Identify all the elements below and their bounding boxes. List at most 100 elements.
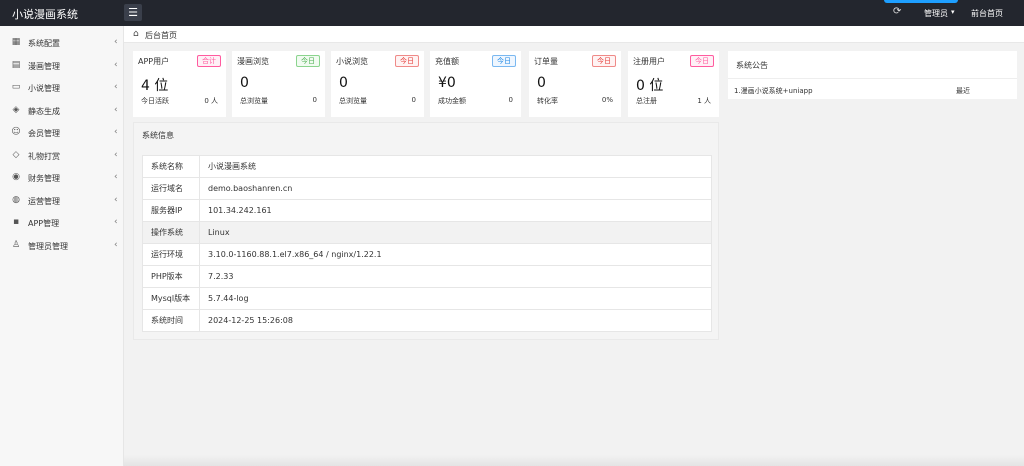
chevron-left-icon: ‹ — [114, 105, 118, 115]
stat-card-orders: 订单量 今日 0 转化率 0% — [529, 51, 621, 117]
card-badge: 合计 — [197, 55, 221, 67]
sidebar-item-label: 礼物打赏 — [28, 152, 60, 161]
finance-icon: ◉ — [12, 172, 20, 182]
card-value: 0 — [537, 75, 546, 91]
card-badge: 今日 — [395, 55, 419, 67]
sidebar-item-label: 系统配置 — [28, 39, 60, 48]
admin-menu[interactable]: 管理员 — [924, 8, 948, 19]
card-title: 注册用户 — [633, 57, 665, 66]
windows-icon: ▪ — [12, 217, 20, 227]
chevron-left-icon: ‹ — [114, 150, 118, 160]
hamburger-icon: ☰ — [128, 6, 138, 19]
card-title: 漫画浏览 — [237, 57, 269, 66]
caret-down-icon[interactable]: ▾ — [951, 8, 955, 16]
row-key: PHP版本 — [142, 265, 200, 288]
chevron-left-icon: ‹ — [114, 37, 118, 47]
row-key: Mysql版本 — [142, 287, 200, 310]
table-row: 操作系统 Linux — [142, 221, 712, 244]
row-value: 小说漫画系统 — [199, 155, 712, 178]
card-sub-value: 0 — [508, 96, 513, 104]
chevron-left-icon: ‹ — [114, 127, 118, 137]
system-info-title: 系统信息 — [142, 131, 174, 140]
sidebar-item-finance[interactable]: ◉ 财务管理 ‹ — [0, 169, 124, 187]
row-value: 7.2.33 — [199, 265, 712, 288]
card-sub-value: 0 — [411, 96, 416, 104]
card-badge: 今日 — [492, 55, 516, 67]
row-value: 101.34.242.161 — [199, 199, 712, 222]
row-key: 系统名称 — [142, 155, 200, 178]
card-sub-label: 转化率 — [537, 97, 558, 105]
card-sub-label: 今日活跃 — [141, 97, 169, 105]
table-row: 运行域名 demo.baoshanren.cn — [142, 177, 712, 200]
sidebar-item-members[interactable]: ☺ 会员管理 ‹ — [0, 124, 124, 142]
notice-title: 系统公告 — [736, 61, 768, 70]
row-key: 服务器IP — [142, 199, 200, 222]
row-key: 运行环境 — [142, 243, 200, 266]
card-sub-label: 成功金额 — [438, 97, 466, 105]
stat-card-registrations: 注册用户 今日 0 位 总注册 1 人 — [628, 51, 719, 117]
card-sub-label: 总注册 — [636, 97, 657, 105]
bottom-edge — [124, 455, 1024, 466]
breadcrumb-tab[interactable]: 后台首页 — [145, 30, 177, 41]
sidebar-item-admins[interactable]: ♙ 管理员管理 ‹ — [0, 237, 124, 255]
home-icon[interactable]: ⌂ — [133, 29, 139, 39]
chevron-left-icon: ‹ — [114, 195, 118, 205]
sidebar-item-gifts[interactable]: ◇ 礼物打赏 ‹ — [0, 147, 124, 165]
card-badge: 今日 — [592, 55, 616, 67]
sidebar-item-label: 漫画管理 — [28, 62, 60, 71]
sidebar-item-label: 运营管理 — [28, 197, 60, 206]
user-icon: ☺ — [11, 127, 21, 137]
card-title: 充值额 — [435, 57, 459, 66]
system-info-panel: 系统信息 系统名称 小说漫画系统 运行域名 demo.baoshanren.cn… — [133, 122, 719, 340]
table-row: 系统时间 2024-12-25 15:26:08 — [142, 309, 712, 332]
accent-strip — [884, 0, 958, 3]
sidebar-item-label: 静态生成 — [28, 107, 60, 116]
brand-title: 小说漫画系统 — [12, 8, 78, 21]
sidebar-item-system-config[interactable]: ▦ 系统配置 ‹ — [0, 34, 124, 52]
row-value: 5.7.44-log — [199, 287, 712, 310]
stat-card-novel-views: 小说浏览 今日 0 总浏览量 0 — [331, 51, 424, 117]
row-key: 运行域名 — [142, 177, 200, 200]
card-value: 0 位 — [636, 78, 664, 94]
sidebar-item-label: 小说管理 — [28, 84, 60, 93]
top-bar: 小说漫画系统 ☰ ⟳ 管理员 ▾ 前台首页 — [0, 0, 1024, 26]
row-value: Linux — [199, 221, 712, 244]
row-key: 系统时间 — [142, 309, 200, 332]
grid-icon: ▦ — [11, 37, 21, 47]
card-sub-value: 0% — [601, 96, 613, 104]
frontend-home-link[interactable]: 前台首页 — [971, 8, 1003, 19]
menu-toggle-button[interactable]: ☰ — [124, 4, 142, 21]
sidebar: ▦ 系统配置 ‹ ▤ 漫画管理 ‹ ▭ 小说管理 ‹ ◈ 静态生成 ‹ ☺ 会员… — [0, 26, 124, 466]
sidebar-item-label: 管理员管理 — [28, 242, 68, 251]
chevron-left-icon: ‹ — [114, 60, 118, 70]
sidebar-item-static[interactable]: ◈ 静态生成 ‹ — [0, 102, 124, 120]
stat-card-app-users: APP用户 合计 4 位 今日活跃 0 人 — [133, 51, 226, 117]
card-title: APP用户 — [138, 57, 170, 66]
admin-icon: ♙ — [11, 240, 21, 250]
globe-icon: ◍ — [12, 195, 20, 205]
sidebar-item-operations[interactable]: ◍ 运营管理 ‹ — [0, 192, 124, 210]
notice-item-link[interactable]: 1.漫画小说系统+uniapp — [734, 86, 813, 96]
card-value: ¥0 — [438, 75, 456, 91]
card-badge: 今日 — [690, 55, 714, 67]
breadcrumb: ⌂ 后台首页 — [124, 26, 1024, 43]
row-key: 操作系统 — [142, 221, 200, 244]
sidebar-item-comic[interactable]: ▤ 漫画管理 ‹ — [0, 57, 124, 75]
sidebar-item-app[interactable]: ▪ APP管理 ‹ — [0, 214, 124, 232]
row-value: 3.10.0-1160.88.1.el7.x86_64 / nginx/1.22… — [199, 243, 712, 266]
notice-panel: 系统公告 1.漫画小说系统+uniapp 最近 — [728, 51, 1017, 99]
notice-item-date: 最近 — [956, 87, 970, 95]
card-value: 0 — [339, 75, 348, 91]
system-info-table: 系统名称 小说漫画系统 运行域名 demo.baoshanren.cn 服务器I… — [142, 155, 712, 332]
stat-card-recharge: 充值额 今日 ¥0 成功金额 0 — [430, 51, 521, 117]
card-sub-value: 0 人 — [204, 97, 218, 105]
card-value: 0 — [240, 75, 249, 91]
comic-icon: ▤ — [11, 60, 21, 70]
refresh-icon[interactable]: ⟳ — [893, 6, 901, 17]
sidebar-item-novel[interactable]: ▭ 小说管理 ‹ — [0, 79, 124, 97]
stat-card-comic-views: 漫画浏览 今日 0 总浏览量 0 — [232, 51, 325, 117]
notice-header: 系统公告 — [728, 51, 1017, 79]
sidebar-item-label: APP管理 — [28, 219, 60, 228]
row-value: 2024-12-25 15:26:08 — [199, 309, 712, 332]
card-sub-label: 总浏览量 — [240, 97, 268, 105]
